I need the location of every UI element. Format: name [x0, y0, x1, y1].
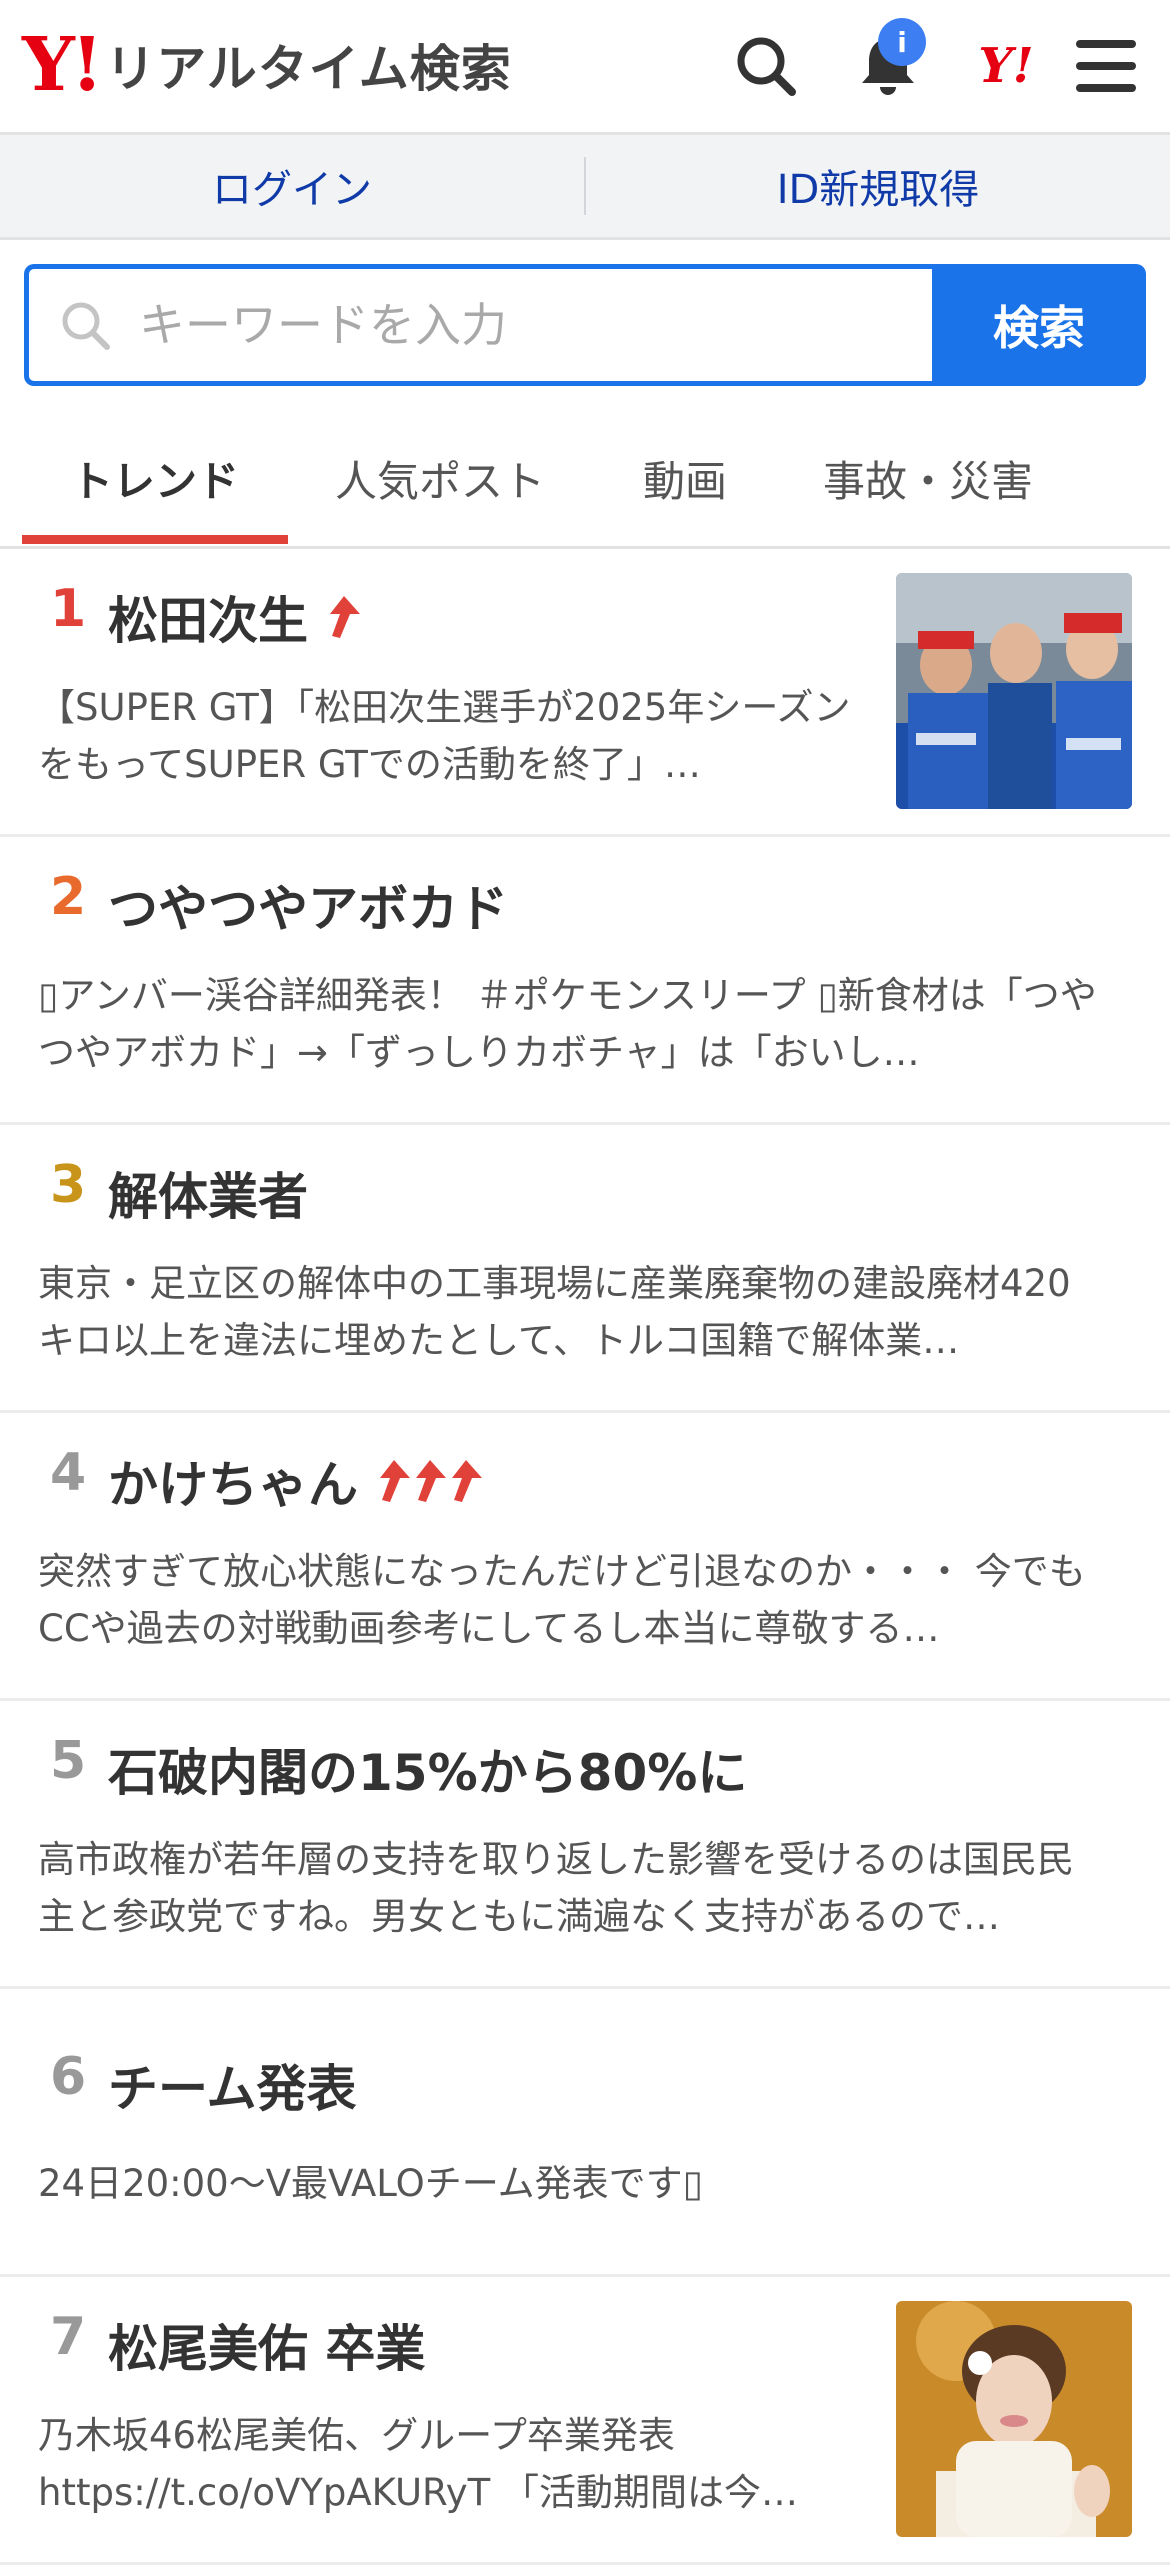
search-bar: 検索	[24, 264, 1146, 386]
trend-up-arrow-icon	[416, 1460, 446, 1502]
trend-arrows	[322, 594, 362, 640]
rank-number: 7	[50, 2307, 87, 2367]
yahoo-logo-mark: Y!	[22, 22, 103, 108]
rank-number: 5	[50, 1731, 87, 1791]
trend-list: 1 松田次生 【SUPER GT】「松田次生選手が2025年シーズンをもってSU…	[0, 549, 1170, 2565]
logo-title: リアルタイム検索	[105, 40, 512, 98]
trend-arrows	[372, 1458, 484, 1504]
trend-description: 東京・足立区の解体中の工事現場に産業廃棄物の建設廃材420キロ以上を違法に埋めた…	[38, 1262, 1071, 1362]
search-box	[24, 264, 932, 386]
yahoo-home-icon[interactable]: Y!	[966, 26, 1046, 106]
auth-bar: ログイン ID新規取得	[0, 135, 1170, 240]
trend-term: チーム発表	[108, 2060, 357, 2118]
search-field-icon	[62, 302, 110, 350]
active-tab-indicator	[22, 535, 288, 544]
yahoo-mark: Y!	[978, 38, 1034, 94]
trend-term: 石破内閣の15%から80%に	[108, 1744, 748, 1802]
trend-item[interactable]: 7 松尾美佑 卒業 乃木坂46松尾美佑、グループ卒業発表 https://t.c…	[0, 2277, 1170, 2565]
search-icon[interactable]	[726, 26, 806, 106]
category-tabs: トレンド 人気ポスト 動画 事故・災害	[0, 410, 1170, 549]
trend-item[interactable]: 3 解体業者 東京・足立区の解体中の工事現場に産業廃棄物の建設廃材420キロ以上…	[0, 1125, 1170, 1413]
trend-description: ▯アンバー渓谷詳細発表！ ＃ポケモンスリープ ▯新食材は「つやつやアボカド」→「…	[38, 974, 1097, 1074]
notification-badge: i	[878, 18, 926, 66]
trend-item[interactable]: 5 石破内閣の15%から80%に 高市政権が若年層の支持を取り返した影響を受ける…	[0, 1701, 1170, 1989]
trend-item[interactable]: 6 チーム発表 24日20:00〜V最VALOチーム発表です▯	[0, 1989, 1170, 2277]
login-link[interactable]: ログイン	[0, 157, 584, 215]
trend-term: 松尾美佑 卒業	[108, 2320, 426, 2378]
rank-number: 2	[50, 867, 87, 927]
trend-item[interactable]: 1 松田次生 【SUPER GT】「松田次生選手が2025年シーズンをもってSU…	[0, 549, 1170, 837]
search-button[interactable]: 検索	[932, 264, 1146, 386]
trend-description: 突然すぎて放心状態になったんだけど引退なのか・・・ 今でもCCや過去の対戦動画参…	[38, 1550, 1086, 1650]
logo[interactable]: Y! リアルタイム検索	[22, 22, 512, 108]
trend-description: 【SUPER GT】「松田次生選手が2025年シーズンをもってSUPER GTで…	[38, 686, 851, 786]
trend-description: 24日20:00〜V最VALOチーム発表です▯	[38, 2162, 703, 2205]
trend-up-arrow-icon	[452, 1460, 482, 1502]
tab-videos[interactable]: 動画	[590, 410, 780, 546]
trend-thumbnail[interactable]	[896, 2301, 1132, 2537]
trend-term: 解体業者	[108, 1168, 308, 1226]
trend-description: 乃木坂46松尾美佑、グループ卒業発表 https://t.co/oVYpAKUR…	[38, 2414, 798, 2514]
rank-number: 3	[50, 1155, 87, 1215]
tab-popular-posts[interactable]: 人気ポスト	[300, 410, 580, 546]
trend-item[interactable]: 4 かけちゃん 突然すぎて放心状態になったんだけど引退なのか・・・ 今でもCCや…	[0, 1413, 1170, 1701]
tab-trend[interactable]: トレンド	[22, 410, 288, 546]
trend-term: 松田次生	[108, 592, 308, 650]
trend-thumbnail[interactable]	[896, 573, 1132, 809]
app-header: Y! リアルタイム検索 i Y!	[0, 0, 1170, 135]
trend-up-arrow-icon	[380, 1460, 410, 1502]
rank-number: 4	[50, 1443, 87, 1503]
rank-number: 1	[50, 579, 87, 639]
trend-up-arrow-icon	[330, 596, 360, 638]
menu-icon[interactable]	[1066, 26, 1146, 106]
trend-term: つやつやアボカド	[108, 880, 508, 938]
register-link[interactable]: ID新規取得	[586, 157, 1170, 215]
trend-description: 高市政権が若年層の支持を取り返した影響を受けるのは国民民主と参政党ですね。男女と…	[38, 1838, 1074, 1938]
search-input[interactable]	[137, 297, 932, 353]
trend-item[interactable]: 2 つやつやアボカド ▯アンバー渓谷詳細発表！ ＃ポケモンスリープ ▯新食材は「…	[0, 837, 1170, 1125]
tab-accidents-disasters[interactable]: 事故・災害	[790, 410, 1066, 546]
bell-icon[interactable]: i	[848, 18, 928, 106]
rank-number: 6	[50, 2047, 87, 2107]
trend-term: かけちゃん	[108, 1456, 358, 1514]
